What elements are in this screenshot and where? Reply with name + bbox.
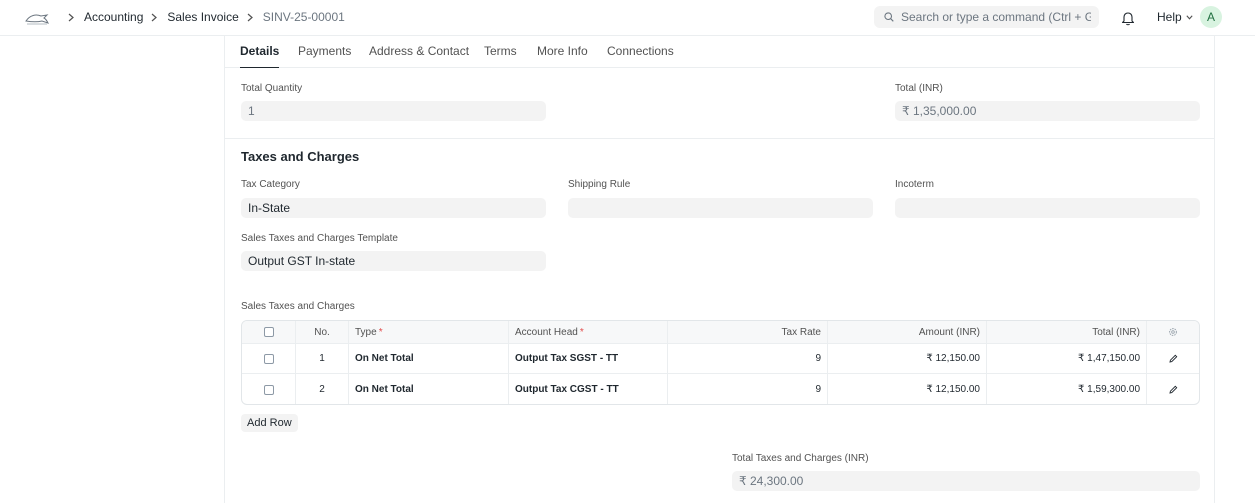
app-logo-icon[interactable] [24, 9, 50, 27]
select-all-cell [242, 321, 296, 343]
help-menu[interactable]: Help [1157, 10, 1193, 24]
shipping-rule-label: Shipping Rule [568, 179, 631, 190]
total-taxes-field[interactable]: ₹ 24,300.00 [732, 471, 1200, 491]
table-header: No. Type * Account Head * Tax Rate Amount … [242, 321, 1199, 344]
col-tax-rate: Tax Rate [668, 321, 828, 343]
col-type: Type * [349, 321, 509, 343]
required-marker: * [579, 326, 584, 338]
chevron-right-icon [68, 10, 76, 24]
chevron-down-icon [1186, 14, 1193, 20]
row-checkbox[interactable] [263, 384, 274, 395]
template-label: Sales Taxes and Charges Template [241, 233, 398, 244]
breadcrumb-document-id: SINV-25-00001 [262, 10, 345, 24]
total-taxes-label: Total Taxes and Charges (INR) [732, 453, 869, 464]
breadcrumb: Accounting Sales Invoice SINV-25-00001 [60, 10, 345, 24]
row-type[interactable]: On Net Total [349, 374, 509, 404]
col-total: Total (INR) [987, 321, 1147, 343]
row-select-cell [242, 374, 296, 404]
row-tax-rate[interactable]: 9 [668, 374, 828, 404]
required-marker: * [378, 326, 383, 338]
notification-bell-icon[interactable] [1121, 10, 1135, 26]
gear-icon[interactable] [1168, 327, 1178, 337]
chevron-right-icon [151, 10, 159, 24]
help-label: Help [1157, 10, 1182, 24]
chevron-right-icon [247, 10, 255, 24]
taxes-table: No. Type * Account Head * Tax Rate Amount … [241, 320, 1200, 405]
row-checkbox[interactable] [263, 353, 274, 364]
search-bar[interactable] [874, 6, 1099, 28]
row-amount[interactable]: ₹ 12,150.00 [828, 374, 987, 404]
tab-address-contact[interactable]: Address & Contact [369, 44, 469, 68]
breadcrumb-sales-invoice[interactable]: Sales Invoice [167, 10, 238, 24]
col-type-label: Type [355, 326, 377, 338]
row-total[interactable]: ₹ 1,47,150.00 [987, 344, 1147, 373]
taxes-table-label: Sales Taxes and Charges [241, 301, 355, 312]
row-edit-cell [1147, 374, 1199, 404]
tax-category-label: Tax Category [241, 179, 300, 190]
section-divider [225, 138, 1214, 139]
row-type[interactable]: On Net Total [349, 344, 509, 373]
row-no: 2 [296, 374, 349, 404]
tab-connections[interactable]: Connections [607, 44, 674, 68]
shipping-rule-field[interactable] [568, 198, 873, 218]
incoterm-label: Incoterm [895, 179, 934, 190]
tab-payments[interactable]: Payments [298, 44, 351, 68]
template-field[interactable]: Output GST In-state [241, 251, 546, 271]
edit-pencil-icon[interactable] [1168, 385, 1178, 394]
total-quantity-label: Total Quantity [241, 83, 303, 94]
table-row[interactable]: 1 On Net Total Output Tax SGST - TT 9 ₹ … [242, 344, 1199, 374]
navbar: Accounting Sales Invoice SINV-25-00001 H… [0, 0, 1255, 36]
total-inr-label: Total (INR) [895, 83, 943, 94]
row-total[interactable]: ₹ 1,59,300.00 [987, 374, 1147, 404]
row-no: 1 [296, 344, 349, 373]
row-account-head[interactable]: Output Tax CGST - TT [509, 374, 668, 404]
avatar[interactable]: A [1200, 6, 1222, 28]
tab-terms[interactable]: Terms [484, 44, 517, 68]
row-tax-rate[interactable]: 9 [668, 344, 828, 373]
incoterm-field[interactable] [895, 198, 1200, 218]
breadcrumb-accounting[interactable]: Accounting [84, 10, 143, 24]
edit-pencil-icon[interactable] [1168, 354, 1178, 363]
tab-details[interactable]: Details [240, 44, 280, 68]
add-row-button[interactable]: Add Row [241, 414, 298, 432]
row-edit-cell [1147, 344, 1199, 373]
search-input[interactable] [901, 10, 1091, 24]
row-account-head[interactable]: Output Tax SGST - TT [509, 344, 668, 373]
form-card: Details Payments Address & Contact Terms… [224, 36, 1215, 503]
column-settings-cell [1147, 321, 1199, 343]
row-amount[interactable]: ₹ 12,150.00 [828, 344, 987, 373]
col-account-head-label: Account Head [515, 326, 578, 338]
table-row[interactable]: 2 On Net Total Output Tax CGST - TT 9 ₹ … [242, 374, 1199, 404]
taxes-section-title: Taxes and Charges [241, 149, 360, 164]
search-icon [884, 12, 894, 22]
total-quantity-field[interactable]: 1 [241, 101, 546, 121]
tab-more-info[interactable]: More Info [537, 44, 588, 68]
col-account-head: Account Head * [509, 321, 668, 343]
col-no: No. [296, 321, 349, 343]
total-inr-field[interactable]: ₹ 1,35,000.00 [895, 101, 1200, 121]
form-tabs: Details Payments Address & Contact Terms… [225, 36, 1214, 68]
tax-category-field[interactable]: In-State [241, 198, 546, 218]
select-all-checkbox[interactable] [263, 327, 274, 337]
row-select-cell [242, 344, 296, 373]
col-amount: Amount (INR) [828, 321, 987, 343]
